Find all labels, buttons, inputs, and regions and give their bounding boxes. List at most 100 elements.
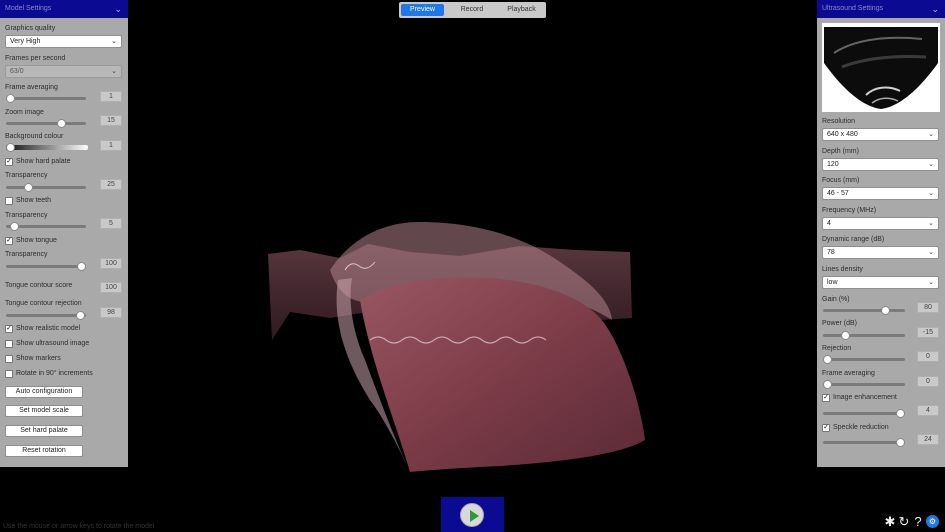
frame-avg-value[interactable]: 0 [917,376,939,387]
gain-value[interactable]: 80 [917,302,939,313]
graphics-quality-value: Very High [10,38,41,45]
slider-thumb[interactable] [823,355,832,364]
slider-thumb[interactable] [77,262,86,271]
slider-thumb[interactable] [881,306,890,315]
chevron-down-icon: ⌄ [928,220,934,227]
image-enhancement-checkbox[interactable]: ✓ [822,394,830,402]
tab-playback[interactable]: Playback [499,4,544,16]
slider-thumb[interactable] [841,331,850,340]
slider-thumb[interactable] [823,380,832,389]
slider-thumb[interactable] [896,438,905,447]
show-hard-palate-checkbox[interactable]: ✓ [5,158,13,166]
tab-record[interactable]: Record [449,4,495,16]
contour-rejection-value[interactable]: 98 [100,307,122,318]
transparency3-slider[interactable] [6,262,86,271]
slider-thumb[interactable] [6,94,15,103]
gain-slider[interactable] [823,306,905,315]
show-realistic-label: Show realistic model [16,325,81,332]
show-tongue-checkbox[interactable]: ✓ [5,237,13,245]
slider-thumb[interactable] [24,183,33,192]
model-settings-title: Model Settings [5,5,52,12]
zoom-slider[interactable] [6,119,86,128]
show-markers-checkbox[interactable] [5,355,13,363]
contour-score-label: Tongue contour score [5,282,73,289]
refresh-icon[interactable]: ↻ [897,514,911,530]
ultrasound-settings-panel: Ultrasound Settings ⌄ Resolution 640 x 4… [817,0,945,467]
show-tongue-label: Show tongue [16,237,57,244]
speckle-reduction-value[interactable]: 24 [917,434,939,445]
transparency2-slider[interactable] [6,222,86,231]
background-value[interactable]: 1 [100,140,122,151]
speckle-reduction-slider[interactable] [823,438,905,447]
asterisk-icon[interactable]: ✱ [883,514,897,530]
set-model-scale-button[interactable]: Set model scale [5,405,83,417]
transparency1-slider[interactable] [6,183,86,192]
zoom-label: Zoom image [5,109,44,116]
power-value[interactable]: -15 [917,327,939,338]
show-realistic-checkbox[interactable]: ✓ [5,325,13,333]
frame-avg-slider[interactable] [823,380,905,389]
background-slider[interactable] [6,143,88,152]
help-badge-icon[interactable]: ⚙ [926,515,939,528]
graphics-quality-select[interactable]: Very High ⌄ [5,35,122,48]
chevron-down-icon: ⌄ [928,249,934,256]
speckle-reduction-checkbox[interactable]: ✓ [822,424,830,432]
depth-label: Depth (mm) [822,148,859,155]
frame-averaging-slider[interactable] [6,94,86,103]
model-settings-header[interactable]: Model Settings ⌄ [0,0,128,18]
tab-preview[interactable]: Preview [401,4,444,16]
fps-label: Frames per second [5,55,66,62]
transparency1-value[interactable]: 25 [100,179,122,190]
depth-value: 120 [827,161,839,168]
power-slider[interactable] [823,331,905,340]
transparency3-value[interactable]: 100 [100,258,122,269]
contour-score-value: 100 [100,282,122,293]
tongue-model-render[interactable] [0,0,945,532]
slider-thumb[interactable] [76,311,85,320]
dynamic-range-label: Dynamic range (dB) [822,236,885,243]
focus-select[interactable]: 46 - 57 ⌄ [822,187,939,200]
transparency2-value[interactable]: 5 [100,218,122,229]
ultrasound-preview-image [822,23,940,112]
image-enhancement-value[interactable]: 4 [917,405,939,416]
fps-select: 63/0 ⌄ [5,65,122,78]
show-ultrasound-image-checkbox[interactable] [5,340,13,348]
lines-density-value: low [827,279,838,286]
chevron-down-icon[interactable]: ⌄ [114,0,122,18]
rejection-value[interactable]: 0 [917,351,939,362]
3d-viewport[interactable] [0,0,945,532]
image-enhancement-slider[interactable] [823,409,905,418]
frequency-select[interactable]: 4 ⌄ [822,217,939,230]
frequency-label: Frequency (MHz) [822,207,877,214]
resolution-select[interactable]: 640 x 480 ⌄ [822,128,939,141]
frame-averaging-value[interactable]: 1 [100,91,122,102]
show-ultrasound-image-label: Show ultrasound image [16,340,90,347]
slider-thumb[interactable] [10,222,19,231]
chevron-down-icon[interactable]: ⌄ [931,0,939,18]
reset-rotation-button[interactable]: Reset rotation [5,445,83,457]
slider-thumb[interactable] [57,119,66,128]
transparency2-label: Transparency [5,212,48,219]
zoom-value[interactable]: 15 [100,115,122,126]
question-icon[interactable]: ? [911,514,925,530]
chevron-down-icon: ⌄ [928,161,934,168]
gain-label: Gain (%) [822,296,850,303]
slider-thumb[interactable] [896,409,905,418]
set-hard-palate-button[interactable]: Set hard palate [5,425,83,437]
play-button[interactable] [460,503,484,527]
ultrasound-settings-header[interactable]: Ultrasound Settings ⌄ [817,0,945,18]
show-teeth-checkbox[interactable] [5,197,13,205]
model-settings-panel: Model Settings ⌄ Graphics quality Very H… [0,0,128,467]
depth-select[interactable]: 120 ⌄ [822,158,939,171]
slider-thumb[interactable] [6,143,15,152]
transparency1-label: Transparency [5,172,48,179]
rejection-slider[interactable] [823,355,905,364]
contour-rejection-slider[interactable] [6,311,86,320]
lines-density-select[interactable]: low ⌄ [822,276,939,289]
power-label: Power (dB) [822,320,858,327]
frame-avg-label: Frame averaging [822,370,875,377]
rotate-90-checkbox[interactable] [5,370,13,378]
auto-configuration-button[interactable]: Auto configuration [5,386,83,398]
frequency-value: 4 [827,220,831,227]
dynamic-range-select[interactable]: 78 ⌄ [822,246,939,259]
